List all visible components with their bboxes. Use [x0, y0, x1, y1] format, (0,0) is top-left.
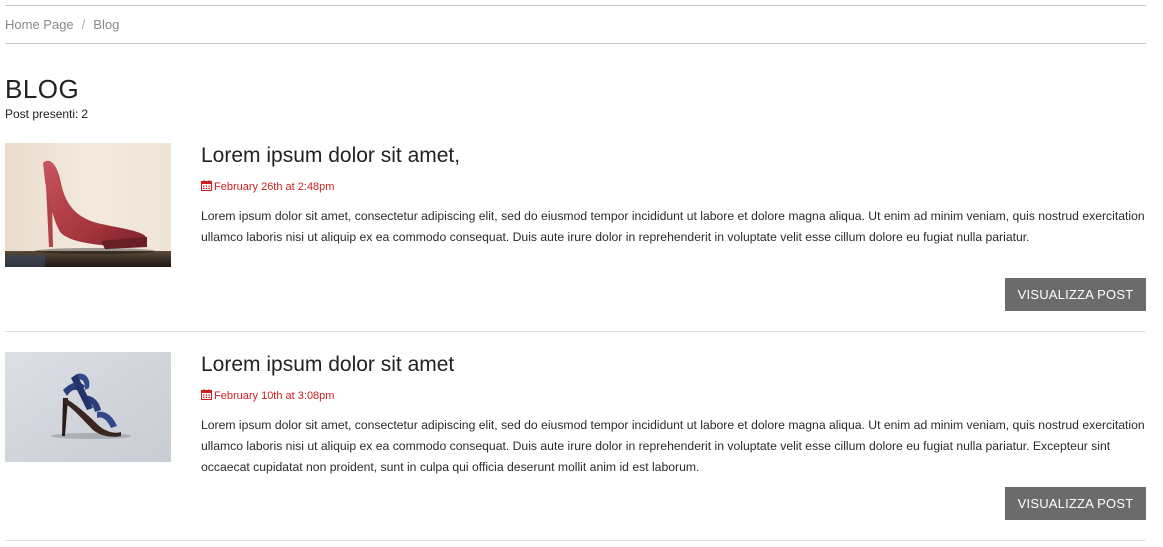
calendar-icon: [201, 389, 212, 403]
blue-strappy-heel-shoe-image: [5, 352, 171, 462]
red-high-heel-shoe-image: [5, 143, 171, 267]
post-title[interactable]: Lorem ipsum dolor sit amet,: [201, 143, 460, 169]
view-post-button[interactable]: VISUALIZZA POST: [1005, 278, 1146, 311]
breadcrumb-current: Blog: [93, 17, 120, 32]
post-count-value: 2: [81, 107, 89, 121]
breadcrumb: Home Page / Blog: [5, 5, 1146, 44]
post-title[interactable]: Lorem ipsum dolor sit amet: [201, 352, 454, 378]
post-thumbnail[interactable]: [5, 352, 171, 462]
page-title: BLOG: [5, 74, 80, 104]
breadcrumb-separator: /: [81, 17, 86, 32]
blog-page: Home Page / Blog BLOG Post presenti: 2 L…: [0, 0, 1163, 547]
post-date-text: February 10th at 3:08pm: [214, 390, 335, 402]
post-date-text: February 26th at 2:48pm: [214, 181, 335, 193]
post-count-label: Post presenti:: [5, 107, 79, 121]
calendar-icon: [201, 180, 212, 194]
post-excerpt: Lorem ipsum dolor sit amet, consectetur …: [201, 209, 1145, 244]
breadcrumb-home-link[interactable]: Home Page: [5, 17, 74, 32]
post-date: February 26th at 2:48pm: [201, 180, 334, 194]
blog-post: Lorem ipsum dolor sit amet February 10th…: [5, 352, 1146, 541]
view-post-button[interactable]: VISUALIZZA POST: [1005, 487, 1146, 520]
blog-post: Lorem ipsum dolor sit amet, February 26t…: [5, 143, 1146, 332]
post-thumbnail[interactable]: [5, 143, 171, 267]
post-count: Post presenti: 2: [5, 107, 88, 121]
post-excerpt: Lorem ipsum dolor sit amet, consectetur …: [201, 418, 1145, 474]
post-date: February 10th at 3:08pm: [201, 389, 334, 403]
